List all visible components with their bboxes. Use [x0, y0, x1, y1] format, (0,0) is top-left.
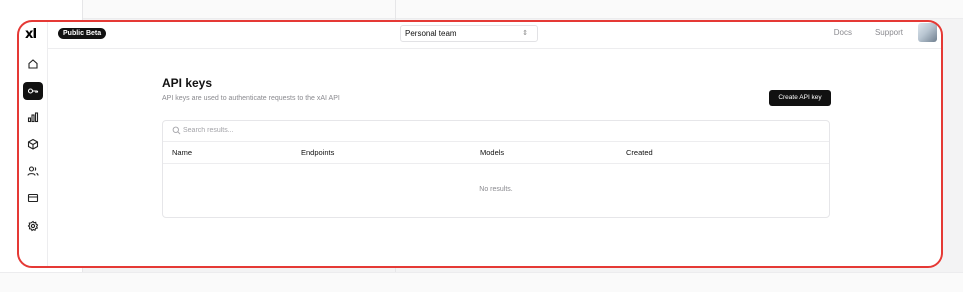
home-icon: [28, 59, 38, 69]
xai-logo[interactable]: xI: [25, 27, 37, 42]
sidebar-item-team[interactable]: [23, 162, 43, 180]
users-icon: [27, 166, 39, 176]
key-icon: [27, 88, 39, 94]
chevron-up-down-icon: ⇕: [522, 30, 528, 37]
sidebar-item-models[interactable]: [23, 135, 43, 153]
column-header-models[interactable]: Models: [480, 148, 504, 157]
bar-chart-icon: [27, 112, 39, 123]
cube-icon: [27, 138, 39, 150]
docs-link[interactable]: Docs: [834, 28, 852, 37]
card-icon: [27, 193, 39, 203]
sidebar: xI: [18, 21, 48, 268]
team-select[interactable]: Personal team ⇕: [400, 25, 538, 42]
sidebar-item-home[interactable]: [23, 55, 43, 73]
column-header-created[interactable]: Created: [626, 148, 653, 157]
table-header: Name Endpoints Models Created: [163, 141, 829, 164]
create-api-key-button[interactable]: Create API key: [769, 90, 831, 106]
app-window: xI Public Beta Personal team ⇕ Docs Supp…: [18, 21, 943, 268]
top-bar: Public Beta Personal team ⇕ Docs Support: [48, 21, 943, 49]
sidebar-item-billing[interactable]: [23, 189, 43, 207]
page-title: API keys: [162, 76, 213, 90]
avatar[interactable]: [918, 23, 937, 42]
gear-icon: [27, 220, 39, 232]
column-header-name[interactable]: Name: [172, 148, 192, 157]
sidebar-item-usage[interactable]: [23, 108, 43, 126]
page-subtitle: API keys are used to authenticate reques…: [162, 95, 340, 102]
sidebar-item-settings[interactable]: [23, 217, 43, 235]
background-strip-top: [0, 0, 963, 19]
support-link[interactable]: Support: [875, 28, 903, 37]
column-header-endpoints[interactable]: Endpoints: [301, 148, 334, 157]
empty-state: No results.: [479, 186, 513, 193]
sidebar-item-api-keys[interactable]: [23, 82, 43, 100]
search-input[interactable]: [183, 123, 483, 138]
search-icon: [172, 126, 181, 135]
background-strip-bottom: [0, 272, 963, 292]
api-keys-table: Name Endpoints Models Created No results…: [162, 120, 830, 218]
search-bar: [163, 121, 829, 142]
team-select-value: Personal team: [405, 29, 457, 38]
public-beta-badge: Public Beta: [58, 28, 107, 39]
